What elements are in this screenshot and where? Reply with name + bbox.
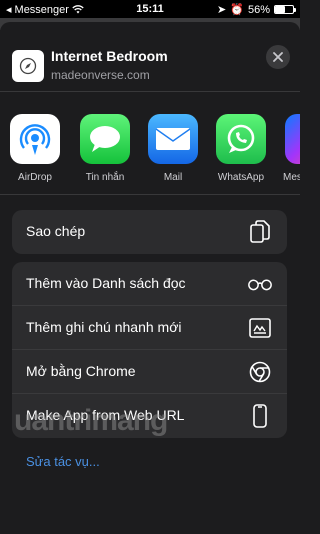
chrome-icon	[247, 360, 273, 384]
close-icon	[273, 52, 283, 62]
app-label: WhatsApp	[217, 172, 265, 183]
quick-note-icon	[247, 316, 273, 340]
edit-actions-link[interactable]: Sửa tác vụ...	[26, 454, 100, 469]
action-label: Mở bằng Chrome	[26, 363, 136, 379]
battery-icon	[274, 5, 296, 14]
page-title: Internet Bedroom	[51, 48, 168, 64]
app-mail[interactable]: Mail	[143, 114, 203, 183]
app-label: Tin nhắn	[85, 172, 125, 183]
action-copy[interactable]: Sao chép	[12, 210, 287, 254]
divider	[0, 194, 300, 195]
whatsapp-icon	[216, 114, 266, 164]
share-sheet: Internet Bedroom madeonverse.com AirDrop…	[0, 22, 300, 534]
alarm-icon: ⏰	[230, 4, 244, 16]
action-quick-note[interactable]: Thêm ghi chú nhanh mới	[12, 306, 287, 350]
messages-icon	[80, 114, 130, 164]
app-label: Mail	[163, 172, 183, 183]
app-label: AirDrop	[18, 172, 52, 183]
glasses-icon	[247, 272, 273, 296]
action-open-chrome[interactable]: Mở bằng Chrome	[12, 350, 287, 394]
action-label: Thêm ghi chú nhanh mới	[26, 319, 182, 335]
compass-icon	[12, 50, 44, 82]
location-icon: ➤	[217, 4, 227, 16]
action-label: Thêm vào Danh sách đọc	[26, 275, 186, 291]
phone-icon	[247, 404, 273, 428]
share-header: Internet Bedroom madeonverse.com	[0, 22, 300, 92]
airdrop-icon	[10, 114, 60, 164]
status-bar: ◂ Messenger 15:11 ➤ ⏰ 56%	[0, 0, 300, 18]
action-group-copy: Sao chép	[12, 210, 287, 254]
page-url: madeonverse.com	[51, 68, 150, 82]
close-button[interactable]	[266, 45, 290, 69]
app-messenger[interactable]: Mes	[280, 114, 300, 183]
watermark: uantrimang	[14, 404, 168, 437]
action-label: Sao chép	[26, 223, 86, 239]
battery-percent: 56%	[247, 3, 270, 16]
app-whatsapp[interactable]: WhatsApp	[211, 114, 271, 183]
messenger-icon	[285, 114, 300, 164]
mail-icon	[148, 114, 198, 164]
app-messages[interactable]: Tin nhắn	[75, 114, 135, 183]
app-label: Mes	[283, 172, 300, 183]
copy-icon	[247, 220, 273, 244]
app-airdrop[interactable]: AirDrop	[5, 114, 65, 183]
app-share-row: AirDrop Tin nhắn Mail WhatsApp Mes	[0, 114, 300, 204]
action-reading-list[interactable]: Thêm vào Danh sách đọc	[12, 262, 287, 306]
